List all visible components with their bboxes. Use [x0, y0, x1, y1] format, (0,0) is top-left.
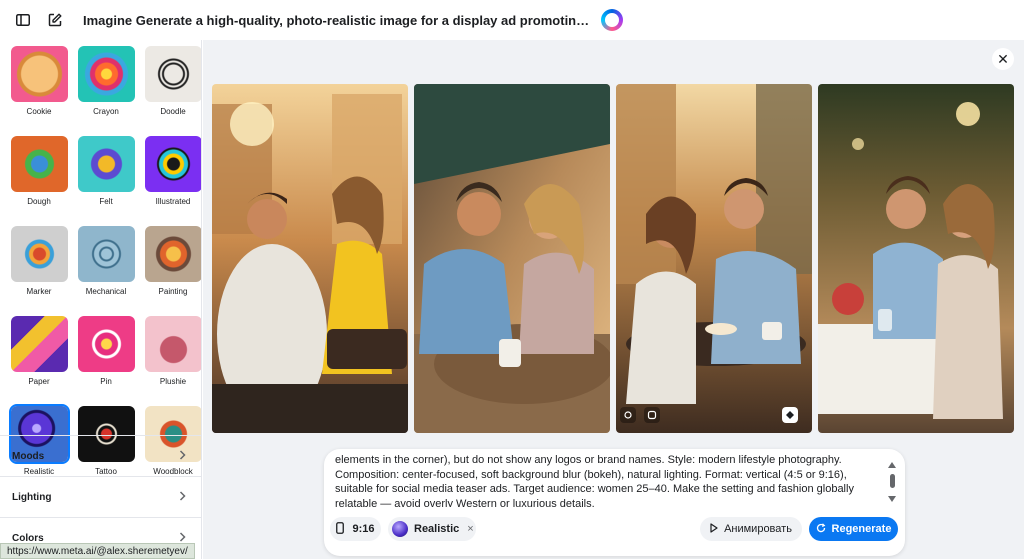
generated-image-3[interactable]: [616, 84, 812, 433]
chevron-right-icon: [179, 488, 186, 506]
style-option-doodle[interactable]: Doodle: [144, 46, 201, 116]
prompt-scrollbar[interactable]: [887, 455, 897, 507]
felt-style-thumb: [77, 136, 135, 192]
accordion-label: Moods: [12, 450, 45, 462]
style-option-plushie[interactable]: Plushie: [144, 316, 201, 386]
style-label: Plushie: [159, 377, 187, 386]
style-option-dough[interactable]: Dough: [10, 136, 68, 206]
regenerate-label: Regenerate: [831, 523, 892, 535]
style-label: Illustrated: [155, 197, 191, 206]
meta-ai-logo[interactable]: [601, 9, 623, 31]
sticker-icon[interactable]: [644, 407, 660, 423]
plushie-style-thumb: [144, 316, 201, 372]
paper-style-thumb: [10, 316, 68, 372]
style-grid: Cookie Crayon Doodle Dough Felt Illustra…: [8, 46, 201, 476]
style-option-paper[interactable]: Paper: [10, 316, 68, 386]
image-viewer: ✕ elements in the corner), but do not sh…: [203, 40, 1024, 559]
scroll-up-icon[interactable]: [888, 455, 896, 473]
accordion-label: Colors: [12, 532, 44, 544]
style-option-crayon[interactable]: Crayon: [77, 46, 135, 116]
regenerate-button[interactable]: Regenerate: [809, 517, 898, 541]
illustrated-style-thumb: [144, 136, 201, 192]
refresh-icon: [816, 522, 826, 536]
style-option-marker[interactable]: Marker: [10, 226, 68, 296]
style-label: Pin: [100, 377, 112, 386]
style-option-felt[interactable]: Felt: [77, 136, 135, 206]
remove-style-icon[interactable]: ×: [467, 523, 473, 535]
accordion-label: Lighting: [12, 491, 52, 503]
painting-style-thumb: [144, 226, 201, 282]
style-panel: Cookie Crayon Doodle Dough Felt Illustra…: [0, 40, 202, 559]
phone-icon: [336, 521, 345, 537]
generated-image-1[interactable]: [212, 84, 408, 433]
scroll-down-icon[interactable]: [888, 489, 896, 507]
status-bar-url: https://www.meta.ai/@alex.sheremetyev/: [0, 543, 195, 559]
realistic-style-icon: [392, 521, 408, 537]
style-option-illustrated[interactable]: Illustrated: [144, 136, 201, 206]
animate-button[interactable]: Анимировать: [700, 517, 802, 541]
new-chat-icon[interactable]: [45, 10, 65, 30]
style-label: Marker: [26, 287, 52, 296]
style-chip-label: Realistic: [414, 523, 460, 535]
style-option-cookie[interactable]: Cookie: [10, 46, 68, 116]
doodle-style-thumb: [144, 46, 201, 102]
top-bar: Imagine Generate a high-quality, photo-r…: [0, 0, 1024, 40]
prompt-textarea[interactable]: elements in the corner), but do not show…: [335, 453, 870, 507]
style-label: Painting: [158, 287, 188, 296]
style-label: Dough: [27, 197, 51, 206]
scroll-thumb[interactable]: [889, 474, 895, 488]
style-option-pin[interactable]: Pin: [77, 316, 135, 386]
chevron-right-icon: [179, 447, 186, 465]
sidebar-toggle-icon[interactable]: [13, 10, 33, 30]
style-label: Mechanical: [85, 287, 127, 296]
style-label: Doodle: [160, 107, 186, 116]
edit-icon[interactable]: [782, 407, 798, 423]
aspect-ratio-button[interactable]: 9:16: [330, 517, 381, 541]
style-label: Cookie: [26, 107, 52, 116]
style-option-mechanical[interactable]: Mechanical: [77, 226, 135, 296]
camera-icon[interactable]: [620, 407, 636, 423]
play-icon: [710, 522, 718, 536]
aspect-ratio-label: 9:16: [352, 523, 375, 535]
generated-image-2[interactable]: [414, 84, 610, 433]
dough-style-thumb: [10, 136, 68, 192]
accordion-lighting[interactable]: Lighting: [0, 476, 201, 517]
mechanical-style-thumb: [77, 226, 135, 282]
animate-label: Анимировать: [724, 523, 792, 535]
style-label: Paper: [28, 377, 50, 386]
style-option-painting[interactable]: Painting: [144, 226, 201, 296]
pin-style-thumb: [77, 316, 135, 372]
accordion-moods[interactable]: Moods: [0, 435, 201, 476]
page-title: Imagine Generate a high-quality, photo-r…: [83, 12, 591, 28]
cookie-style-thumb: [10, 46, 68, 102]
style-label: Crayon: [93, 107, 119, 116]
style-label: Felt: [99, 197, 113, 206]
generated-image-4[interactable]: [818, 84, 1014, 433]
close-icon[interactable]: ✕: [992, 48, 1014, 70]
style-chip[interactable]: Realistic ×: [388, 517, 476, 541]
image-gallery: [212, 84, 1014, 433]
prompt-composer: elements in the corner), but do not show…: [324, 449, 905, 556]
marker-style-thumb: [10, 226, 68, 282]
crayon-style-thumb: [77, 46, 135, 102]
